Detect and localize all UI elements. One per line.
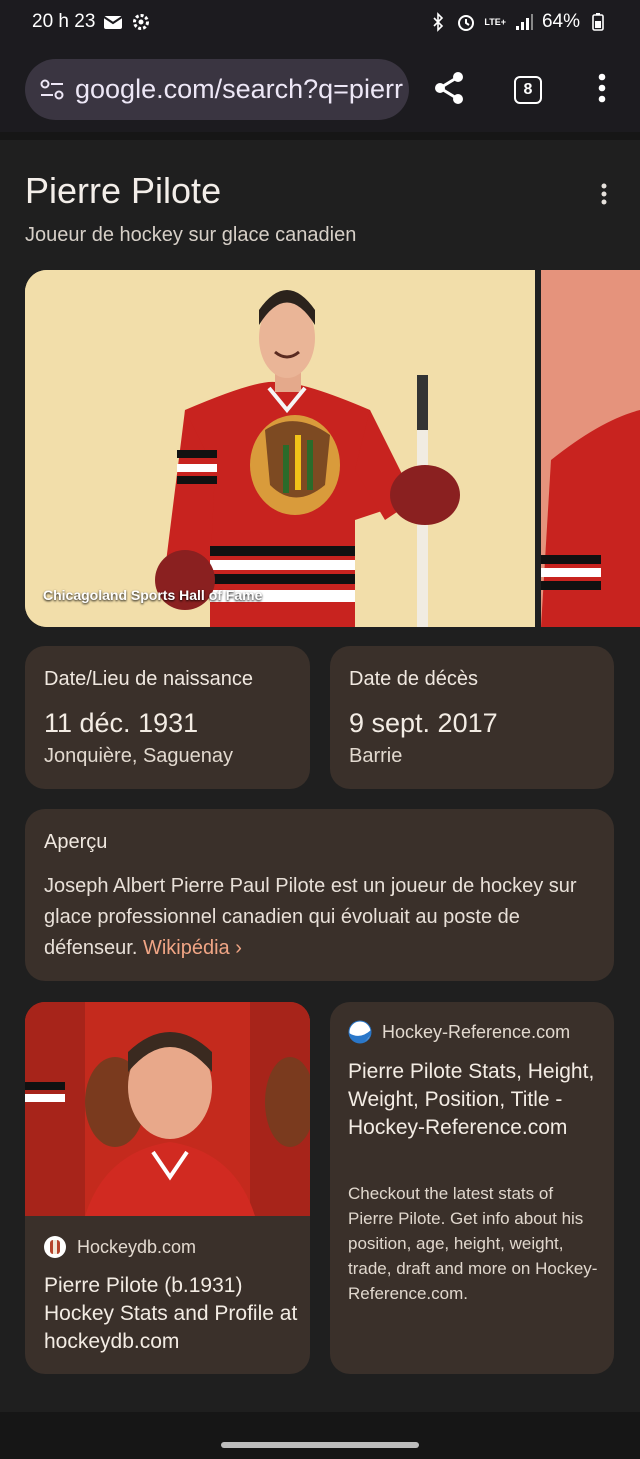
source-row: Hockeydb.com	[43, 1235, 196, 1259]
share-icon[interactable]	[430, 68, 470, 108]
alarm-icon	[458, 15, 475, 31]
overview-text: Joseph Albert Pierre Paul Pilote est un …	[44, 875, 577, 959]
death-info-card[interactable]: Date de décès 9 sept. 2017 Barrie	[330, 646, 614, 789]
birth-label: Date/Lieu de naissance	[44, 668, 254, 690]
settings-gear-icon	[133, 14, 150, 30]
player-illustration	[25, 270, 535, 627]
network-type: LTE+	[484, 17, 506, 27]
overview-card: Aperçu Joseph Albert Pierre Paul Pilote …	[25, 809, 614, 981]
image-credit: Chicagoland Sports Hall of Fame	[43, 587, 263, 603]
divider	[0, 132, 640, 140]
source-name: Hockeydb.com	[77, 1236, 197, 1257]
player-photo[interactable]: Chicagoland Sports Hall of Fame	[25, 270, 535, 627]
result-description: Checkout the latest stats of Pierre Pilo…	[348, 1184, 598, 1303]
overview-label: Aperçu	[44, 831, 108, 853]
entity-subtitle: Joueur de hockey sur glace canadien	[25, 224, 357, 246]
status-time: 20 h 23	[32, 11, 96, 32]
hockey-reference-favicon-icon	[348, 1020, 372, 1044]
second-photo[interactable]	[541, 270, 640, 627]
chevron-right-icon: ›	[235, 937, 242, 959]
url-text[interactable]: google.com/search?q=pierr	[75, 74, 405, 105]
bottom-navigation-area	[0, 1412, 640, 1459]
result-card-hockeydb[interactable]: Hockeydb.com Pierre Pilote (b.1931) Hock…	[25, 1002, 310, 1374]
result-card-hockey-reference[interactable]: Hockey-Reference.com Pierre Pilote Stats…	[330, 1002, 614, 1374]
mail-icon	[103, 16, 123, 29]
site-settings-icon[interactable]	[39, 78, 65, 102]
result-title[interactable]: Pierre Pilote (b.1931) Hockey Stats and …	[44, 1272, 299, 1356]
knowledge-panel: Pierre Pilote Joueur de hockey sur glace…	[0, 140, 640, 1412]
death-date: 9 sept. 2017	[349, 708, 498, 738]
result-thumbnail	[25, 1002, 310, 1216]
wikipedia-link-label: Wikipédia	[142, 937, 230, 959]
signal-icon	[515, 14, 533, 30]
battery-percent: 64%	[541, 11, 580, 32]
tab-switcher-button[interactable]: 8	[514, 76, 542, 104]
menu-more-icon[interactable]	[584, 68, 624, 108]
overview-text-block: Joseph Albert Pierre Paul Pilote est un …	[44, 871, 604, 964]
source-row: Hockey-Reference.com	[348, 1020, 570, 1044]
result-title[interactable]: Pierre Pilote Stats, Height, Weight, Pos…	[348, 1058, 603, 1142]
death-place: Barrie	[349, 745, 403, 767]
death-label: Date de décès	[349, 668, 478, 690]
second-photo-illustration	[541, 270, 640, 627]
browser-toolbar: google.com/search?q=pierr 8	[0, 46, 640, 132]
source-name: Hockey-Reference.com	[382, 1021, 571, 1042]
birth-info-card[interactable]: Date/Lieu de naissance 11 déc. 1931 Jonq…	[25, 646, 310, 789]
panel-more-options-icon[interactable]	[594, 182, 614, 206]
battery-icon	[592, 13, 604, 31]
birth-place: Jonquière, Saguenay	[44, 745, 234, 767]
entity-title: Pierre Pilote	[25, 170, 222, 211]
wikipedia-link[interactable]: Wikipédia ›	[143, 937, 242, 959]
birth-date: 11 déc. 1931	[44, 708, 199, 738]
status-bar: 20 h 23 LTE+ 64%	[0, 0, 640, 46]
home-gesture-bar[interactable]	[221, 1442, 419, 1448]
hockeydb-favicon-icon	[44, 1236, 66, 1258]
address-bar[interactable]: google.com/search?q=pierr	[25, 59, 409, 120]
bluetooth-icon	[433, 12, 444, 32]
